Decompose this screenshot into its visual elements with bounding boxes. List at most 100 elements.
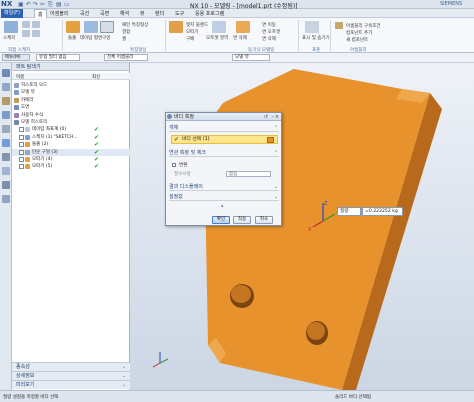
select-body-row[interactable]: ✔ 바디 선택 (1) [171,135,278,144]
save-icon[interactable]: ▣ [18,1,24,8]
type-filter-select[interactable]: 유형 필터 없음 [36,54,80,61]
cancel-button[interactable]: 취소 [255,216,273,224]
visibility-checkbox[interactable] [19,164,24,170]
tab-render[interactable]: 렌더 [155,10,164,17]
visibility-checkbox[interactable] [19,157,24,162]
assembly-constraint-label[interactable]: 어셈블리 구속조건 [346,23,381,29]
transform-checkbox[interactable] [172,163,176,167]
assembly-navigator-icon[interactable] [2,83,10,91]
minimize-icon[interactable]: – [272,113,275,121]
constraint-navigator-icon[interactable] [2,97,10,105]
latest-check-icon: ✔ [94,148,100,156]
tab-assembly[interactable]: 어셈블리 [50,10,68,17]
close-icon[interactable]: × [275,113,279,121]
tree-row[interactable]: 도면 [12,104,130,111]
tab-tools[interactable]: 도구 [175,10,184,17]
delete-face-icon[interactable] [236,21,250,33]
ok-button[interactable]: 확인 [212,216,230,224]
tree-row[interactable]: 카메라 [12,97,130,104]
tab-home[interactable]: 홈 [34,9,47,18]
tree-row[interactable]: 모따기 (4) ✔ [12,156,130,163]
edge-blend-label[interactable]: 엣지 블렌드 [186,22,208,28]
tree-row[interactable]: 모따기 (5) ✔ [12,163,130,170]
redo-icon[interactable]: ↷ [33,1,38,8]
apply-button[interactable]: 적용 [233,216,251,224]
expand-dialog-icon[interactable]: ▴ [221,203,224,209]
feature-icon [25,134,30,140]
visibility-checkbox[interactable] [19,149,24,155]
visibility-checkbox[interactable] [19,127,24,133]
file-menu[interactable]: 파일(F) [1,9,23,18]
part-navigator-icon[interactable] [2,69,10,77]
tree-row[interactable]: 모델 뷰 [12,89,130,96]
rectangle-icon[interactable] [32,30,40,37]
roles-icon[interactable] [2,195,10,203]
tree-row[interactable]: 돌출 (2) ✔ [12,141,130,148]
hole-icon[interactable] [100,21,114,33]
add-component-label[interactable]: 컴포넌트 추가 [346,30,372,36]
column-latest[interactable]: 최신 [92,74,100,80]
web-browser-icon[interactable] [2,139,10,147]
tree-row[interactable]: 스케치 (1) "SKETCH... ✔ [12,134,130,141]
sketch-icon[interactable] [4,21,18,33]
undo-icon[interactable]: ↶ [26,1,31,8]
system-materials-icon[interactable] [2,167,10,175]
requirement-select[interactable]: 없음 [226,171,271,177]
tab-analysis[interactable]: 해석 [120,10,129,17]
show-hide-icon[interactable] [305,21,319,33]
circle-icon[interactable] [22,30,30,37]
scope-select[interactable]: 전체 어셈블리 [104,54,148,61]
shell-label[interactable]: 셸 [122,36,126,42]
options-section-header[interactable]: 연관 측정 및 체크 ⌃ [169,149,279,157]
tree-row[interactable]: 데이텀 좌표계 (0) ✔ [12,126,130,133]
arc-icon[interactable] [32,21,40,28]
display-section-header[interactable]: 결과 디스플레이 ⌄ [169,183,279,191]
settings-section-header[interactable]: 설정값 ⌄ [169,193,279,201]
visibility-checkbox[interactable] [19,142,24,148]
object-section-header[interactable]: 개체 ⌃ [169,124,279,132]
hd3d-icon[interactable] [2,125,10,133]
tab-applications[interactable]: 응용 프로그램 [195,10,224,17]
delete-face-small-label[interactable]: 면 삭제 [262,36,276,42]
datum-plane-icon[interactable] [84,21,98,33]
assembly-constraint-icon[interactable] [335,22,343,29]
menu-dropdown[interactable]: 메뉴(M) [2,54,30,61]
edge-blend-icon[interactable] [169,21,183,33]
offset-region-icon[interactable] [212,21,226,33]
menu-bar: 파일(F) 홈 어셈블리 곡선 곡면 해석 뷰 렌더 도구 응용 프로그램 [0,9,474,18]
resource-bar [0,63,12,390]
view-select[interactable]: 모델 뷰 [232,54,270,61]
visibility-checkbox[interactable] [19,134,24,140]
copy-icon[interactable]: ⎘ [48,1,53,9]
window-icon[interactable]: ▭ [64,1,70,8]
tree-row-label: 카메라 [21,97,34,103]
tree-row[interactable]: 히스토리 모드 [12,82,130,89]
tree-row[interactable]: 모델 히스토리 [12,119,130,126]
tab-surface[interactable]: 곡면 [100,10,109,17]
measurement-type-select[interactable]: 질량 [337,207,361,216]
tab-view[interactable]: 뷰 [140,10,145,17]
reuse-library-icon[interactable] [2,111,10,119]
tree-row[interactable]: 단순 구멍 (3) ✔ [12,148,130,156]
process-studio-icon[interactable] [2,181,10,189]
tree-row[interactable]: 사용자 수식 [12,112,130,119]
move-face-label[interactable]: 면 이동 [262,22,276,28]
dependencies-panel[interactable]: 종속성 ⌄ [12,362,130,371]
preview-panel[interactable]: 미리보기 ⌄ [12,380,130,389]
offset-face-label[interactable]: 면 오프셋 [262,29,280,35]
paste-icon[interactable]: ▤ [56,1,62,8]
title-bar: NX ▣ ↶ ↷ ✂ ⎘ ▤ ▭ NX 10 - 모델링 - [model1.p… [0,0,474,10]
extrude-icon[interactable] [66,21,80,33]
unite-label[interactable]: 결합 [122,29,130,35]
chamfer-label[interactable]: 모따기 [186,29,198,35]
details-panel[interactable]: 상세정보 ⌄ [12,371,130,380]
tab-curve[interactable]: 곡선 [80,10,89,17]
column-name[interactable]: 이름 [16,74,24,80]
history-icon[interactable] [2,153,10,161]
draft-label[interactable]: 구배 [186,36,194,42]
line-icon[interactable] [22,21,30,28]
new-component-label[interactable]: 새 컴포넌트 [346,37,368,43]
pattern-feature-label[interactable]: 패턴 특징형상 [122,22,148,28]
cut-icon[interactable]: ✂ [40,1,45,8]
reset-icon[interactable]: ↺ [264,113,268,121]
